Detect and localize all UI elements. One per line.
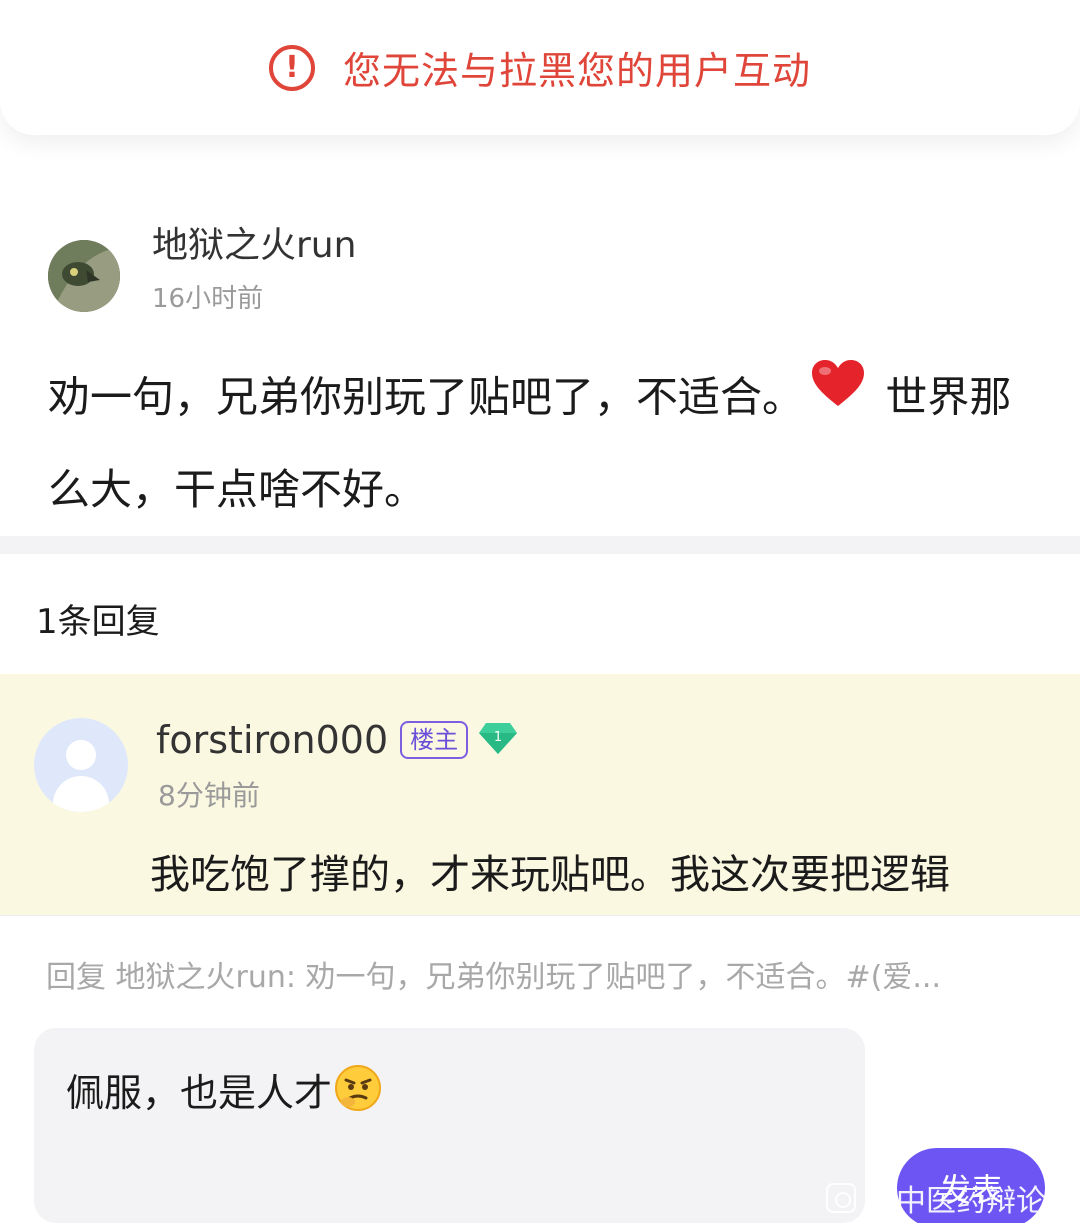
- author-meta: 地狱之火run 16小时前: [152, 226, 356, 315]
- watermark: 中医药辩论吧: [826, 1176, 1076, 1220]
- thinking-face-icon: [334, 1064, 382, 1121]
- post-content: 劝一句，兄弟你别玩了贴吧了，不适合。 世界那么大，干点啥不好。: [48, 352, 1028, 532]
- owner-badge: 楼主: [400, 721, 469, 759]
- avatar-image: [48, 239, 120, 312]
- block-alert-toast: ! 您无法与拉黑您的用户互动: [0, 0, 1080, 135]
- alert-circle-icon: !: [268, 44, 315, 91]
- avatar[interactable]: [48, 239, 120, 312]
- post-author[interactable]: 地狱之火run 16小时前: [48, 226, 356, 315]
- reply-page: ! 您无法与拉黑您的用户互动 地狱之火run 16小时前 劝一句，兄弟你别玩了贴…: [0, 0, 1080, 1223]
- reply-input-text: 佩服，也是人才: [66, 1071, 333, 1115]
- avatar-head-shape: [66, 740, 96, 770]
- post-time: 16小时前: [152, 284, 264, 314]
- avatar-body-shape: [53, 776, 109, 812]
- alert-message: 您无法与拉黑您的用户互动: [342, 49, 811, 93]
- reply-item[interactable]: forstiron000 楼主 1 8分钟前 我吃饱了撑的，才来玩贴吧。我这次要…: [0, 674, 1080, 916]
- camera-icon: [826, 1183, 856, 1213]
- reply-count: 1条回复: [36, 602, 160, 642]
- heart-icon: [810, 352, 866, 436]
- reply-text: 我吃饱了撑的，才来玩贴吧。我这次要把逻辑: [150, 852, 950, 898]
- reply-input[interactable]: 佩服，也是人才: [34, 1028, 865, 1223]
- reply-quote: 回复 地狱之火run: 劝一句，兄弟你别玩了贴吧了，不适合。#(爱...: [46, 960, 941, 995]
- reply-header: forstiron000 楼主 1: [156, 718, 518, 762]
- avatar[interactable]: [34, 718, 128, 812]
- watermark-text: 中医药辩论吧: [896, 1184, 1076, 1219]
- author-name[interactable]: 地狱之火run: [152, 226, 356, 266]
- level-gem-icon: 1: [478, 721, 518, 759]
- reply-time: 8分钟前: [158, 779, 260, 812]
- section-divider: [0, 536, 1080, 554]
- post-text-part1: 劝一句，兄弟你别玩了贴吧了，不适合。: [48, 372, 805, 422]
- reply-author-name[interactable]: forstiron000: [156, 718, 388, 762]
- svg-text:1: 1: [494, 730, 502, 745]
